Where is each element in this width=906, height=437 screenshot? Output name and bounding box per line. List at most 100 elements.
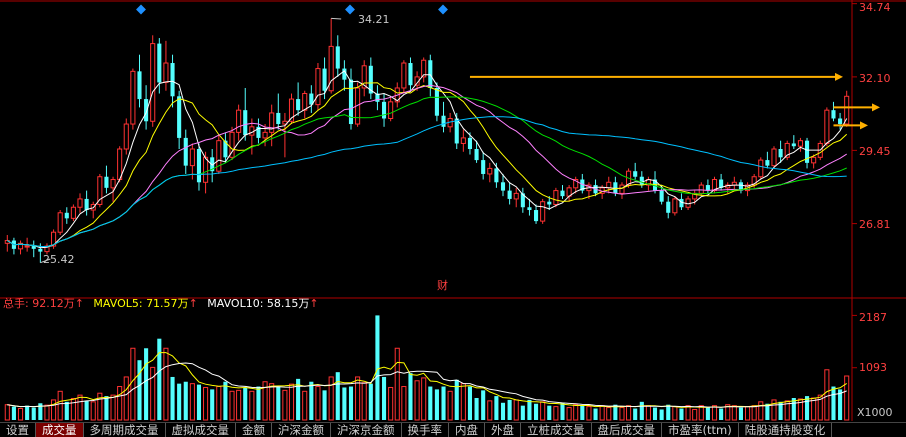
volume-bar-down: [243, 387, 248, 420]
volume-bar-up: [672, 406, 678, 421]
volume-bar-down: [494, 396, 499, 420]
volume-bar-down: [84, 400, 89, 420]
candle-body-down: [547, 201, 552, 205]
mavol5-value: 71.57万: [146, 297, 189, 310]
volume-bar-up: [401, 386, 407, 421]
tab-inner-volume[interactable]: 内盘: [449, 423, 485, 437]
volume-bar-up: [70, 397, 76, 421]
volume-bar-up: [315, 386, 321, 421]
tab-sh-sz-amount[interactable]: 沪深金额: [272, 423, 331, 437]
volume-bar-down: [547, 405, 552, 420]
tab-after-hours-volume[interactable]: 盘后成交量: [592, 423, 662, 437]
price-panel[interactable]: [4, 17, 880, 264]
candle-body-up: [824, 109, 830, 144]
mavol5-arrow: ↑: [189, 297, 198, 310]
volume-bar-down: [256, 386, 261, 420]
candle-body-down: [104, 176, 109, 188]
low-price-label: 25.42: [43, 253, 75, 266]
candle-body-up: [553, 190, 559, 205]
volume-bar-up: [599, 405, 605, 421]
volume-bar-down: [434, 389, 439, 420]
candle-body-down: [144, 99, 149, 122]
candle-body-up: [123, 123, 129, 150]
volume-bar-down: [454, 379, 459, 420]
volume-bar-down: [157, 338, 162, 420]
volume-bar-up: [811, 397, 817, 421]
volume-bar-down: [481, 390, 486, 420]
candle-body-down: [177, 96, 182, 138]
candle-body-down: [639, 176, 644, 186]
event-diamond-icon-2: [438, 4, 448, 15]
tab-turnover-rate[interactable]: 换手率: [402, 423, 449, 437]
candle-body-down: [659, 190, 664, 202]
candle-body-down: [157, 43, 162, 83]
candle-body-up: [487, 167, 493, 175]
volume-bar-up: [619, 407, 625, 421]
tab-multi-period-volume[interactable]: 多周期成交量: [84, 423, 166, 437]
volume-indicator-line: 总手: 92.12万↑ MAVOL5: 71.57万↑ MAVOL10: 58.…: [3, 296, 319, 310]
candle-body-up: [57, 212, 63, 233]
candle-body-up: [77, 198, 83, 208]
candle-body-down: [38, 248, 43, 252]
candle-body-down: [183, 137, 188, 166]
candle-body-up: [262, 131, 268, 139]
tab-pile-volume[interactable]: 立桩成交量: [521, 423, 592, 437]
volume-bar-down: [633, 408, 638, 420]
tab-pe-ttm[interactable]: 市盈率(ttm): [662, 423, 739, 437]
indicator-tab-bar: 设置 成交量 多周期成交量 虚拟成交量 金额 沪深金额 沪深京金额 换手率 内盘…: [0, 422, 906, 437]
tab-settings[interactable]: 设置: [0, 423, 36, 437]
tab-volume[interactable]: 成交量: [36, 423, 84, 437]
stock-chart: 34.74 32.10 29.45 26.81 2187 1093 X1000 …: [0, 0, 906, 421]
tab-amount[interactable]: 金额: [236, 423, 272, 437]
candle-body-down: [322, 68, 327, 91]
high-leader: [331, 17, 342, 20]
candle-body-up: [758, 159, 764, 178]
candle-body-up: [619, 184, 625, 194]
candle-body-down: [527, 207, 532, 211]
volume-bar-down: [705, 407, 710, 420]
volume-bar-up: [421, 377, 427, 421]
volume-bar-up: [130, 347, 136, 421]
candle-body-down: [494, 168, 499, 183]
volume-bar-up: [388, 386, 394, 421]
volume-bar-down: [738, 407, 743, 420]
candle-body-up: [844, 95, 850, 125]
volume-bar-up: [553, 406, 559, 421]
mavol10-arrow: ↑: [309, 297, 318, 310]
tab-outer-volume[interactable]: 外盘: [485, 423, 521, 437]
total-volume-value: 92.12万: [32, 297, 75, 310]
candle-body-down: [831, 110, 836, 119]
volume-bar-up: [758, 401, 764, 421]
volume-bar-down: [679, 408, 684, 420]
volume-bar-up: [163, 347, 169, 421]
volume-bar-down: [428, 386, 433, 420]
volume-bar-down: [309, 381, 314, 420]
candle-body-up: [130, 70, 136, 125]
volume-bar-up: [844, 375, 850, 421]
candle-body-up: [513, 192, 519, 200]
volume-bar-down: [375, 315, 380, 420]
volume-bar-up: [4, 404, 10, 421]
finance-event-marker[interactable]: 财: [437, 278, 448, 292]
candle-body-down: [778, 149, 783, 158]
candle-body-down: [666, 201, 671, 213]
candle-body-down: [243, 110, 248, 136]
volume-panel[interactable]: [4, 315, 850, 421]
candle-body-down: [474, 149, 479, 161]
mavol10-value: 58.15万: [267, 297, 310, 310]
volume-bar-up: [236, 389, 242, 421]
volume-bar-up: [414, 380, 420, 421]
volume-bar-down: [348, 386, 354, 420]
tab-virtual-volume[interactable]: 虚拟成交量: [166, 423, 236, 437]
volume-bar-down: [659, 409, 664, 420]
volume-bar-down: [534, 403, 539, 420]
volume-bar-up: [229, 390, 235, 421]
candle-body-down: [64, 212, 69, 219]
tab-sh-sz-bj-amount[interactable]: 沪深京金额: [331, 423, 402, 437]
volume-bar-down: [276, 386, 281, 420]
candle-body-down: [170, 63, 175, 97]
candle-body-up: [110, 179, 116, 189]
tab-northbound-holdings[interactable]: 陆股通持股变化: [739, 423, 833, 437]
candle-body-down: [137, 71, 142, 100]
volume-bar-down: [196, 384, 202, 420]
